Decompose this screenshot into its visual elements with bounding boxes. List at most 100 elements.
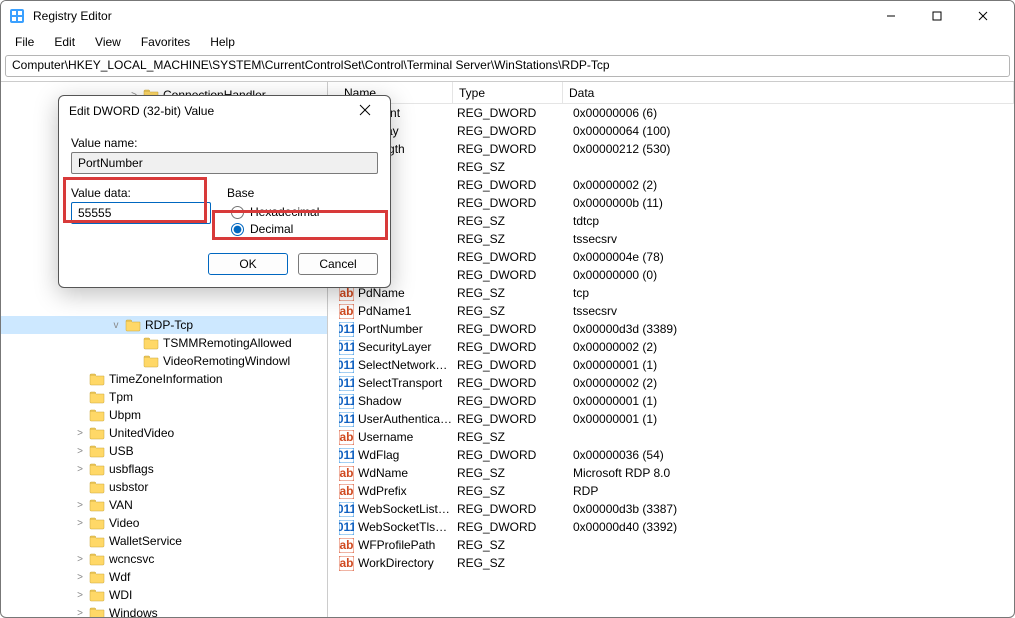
list-row[interactable]: abWdNameREG_SZMicrosoft RDP 8.0 bbox=[328, 464, 1014, 482]
folder-icon bbox=[89, 461, 105, 477]
list-row[interactable]: ab...rdREG_SZ bbox=[328, 158, 1014, 176]
list-row[interactable]: 011...REG_DWORD0x00000000 (0) bbox=[328, 266, 1014, 284]
expand-icon[interactable]: > bbox=[73, 464, 87, 475]
menu-edit[interactable]: Edit bbox=[44, 33, 85, 51]
expand-icon[interactable]: > bbox=[73, 554, 87, 565]
menu-help[interactable]: Help bbox=[200, 33, 245, 51]
tree-node[interactable]: Ubpm bbox=[1, 406, 327, 424]
list-row[interactable]: 011WebSocketListe...REG_DWORD0x00000d3b … bbox=[328, 500, 1014, 518]
list-pane[interactable]: Name Type Data 011...CountREG_DWORD0x000… bbox=[328, 82, 1014, 617]
expand-icon[interactable]: > bbox=[73, 608, 87, 618]
radio-dec-label[interactable]: Decimal bbox=[231, 222, 319, 236]
row-type: REG_SZ bbox=[457, 466, 573, 480]
row-type: REG_DWORD bbox=[457, 394, 573, 408]
value-data-input[interactable] bbox=[71, 202, 211, 224]
expand-icon[interactable]: > bbox=[73, 500, 87, 511]
list-row[interactable]: 011...LengthREG_DWORD0x00000212 (530) bbox=[328, 140, 1014, 158]
col-data[interactable]: Data bbox=[563, 82, 1014, 103]
radio-hex-label[interactable]: Hexadecimal bbox=[231, 205, 319, 219]
tree-label: TimeZoneInformation bbox=[109, 372, 223, 386]
row-data: 0x0000004e (78) bbox=[573, 250, 1014, 264]
tree-node[interactable]: >Windows bbox=[1, 604, 327, 617]
list-row[interactable]: 011...1REG_DWORD0x0000000b (11) bbox=[328, 194, 1014, 212]
menu-file[interactable]: File bbox=[5, 33, 44, 51]
list-row[interactable]: abWFProfilePathREG_SZ bbox=[328, 536, 1014, 554]
tree-node[interactable]: VideoRemotingWindowl bbox=[1, 352, 327, 370]
list-row[interactable]: 011...CountREG_DWORD0x00000006 (6) bbox=[328, 104, 1014, 122]
list-row[interactable]: 011...REG_DWORD0x00000002 (2) bbox=[328, 176, 1014, 194]
folder-icon bbox=[89, 515, 105, 531]
list-row[interactable]: 011UserAuthenticat...REG_DWORD0x00000001… bbox=[328, 410, 1014, 428]
row-data: Microsoft RDP 8.0 bbox=[573, 466, 1014, 480]
dialog-close-button[interactable] bbox=[350, 103, 380, 119]
ok-button[interactable]: OK bbox=[208, 253, 288, 275]
list-row[interactable]: 011ShadowREG_DWORD0x00000001 (1) bbox=[328, 392, 1014, 410]
tree-label: USB bbox=[109, 444, 134, 458]
list-row[interactable]: abWdPrefixREG_SZRDP bbox=[328, 482, 1014, 500]
list-row[interactable]: 011WebSocketTlsLis...REG_DWORD0x00000d40… bbox=[328, 518, 1014, 536]
tree-node[interactable]: >WDI bbox=[1, 586, 327, 604]
tree-node[interactable]: TSMMRemotingAllowed bbox=[1, 334, 327, 352]
list-row[interactable]: 011SelectNetworkD...REG_DWORD0x00000001 … bbox=[328, 356, 1014, 374]
expand-icon[interactable]: v bbox=[109, 320, 123, 331]
tree-node[interactable]: >VAN bbox=[1, 496, 327, 514]
expand-icon[interactable]: > bbox=[73, 428, 87, 439]
row-name: WdPrefix bbox=[358, 484, 457, 498]
tree-node[interactable]: >Video bbox=[1, 514, 327, 532]
row-data: tssecsrv bbox=[573, 304, 1014, 318]
reg-value-icon: ab bbox=[338, 483, 354, 499]
row-type: REG_DWORD bbox=[457, 358, 573, 372]
tree-node[interactable]: >Wdf bbox=[1, 568, 327, 586]
menu-favorites[interactable]: Favorites bbox=[131, 33, 200, 51]
tree-node[interactable]: vRDP-Tcp bbox=[1, 316, 327, 334]
expand-icon[interactable]: > bbox=[73, 446, 87, 457]
maximize-button[interactable] bbox=[914, 1, 960, 31]
radio-dec[interactable] bbox=[231, 223, 244, 236]
tree-node[interactable]: >UnitedVideo bbox=[1, 424, 327, 442]
row-type: REG_DWORD bbox=[457, 268, 573, 282]
folder-icon bbox=[89, 569, 105, 585]
tree-node[interactable]: Tpm bbox=[1, 388, 327, 406]
list-row[interactable]: 011...REG_DWORD0x0000004e (78) bbox=[328, 248, 1014, 266]
expand-icon[interactable]: > bbox=[73, 572, 87, 583]
list-row[interactable]: ab...REG_SZtdtcp bbox=[328, 212, 1014, 230]
list-row[interactable]: 011SelectTransportREG_DWORD0x00000002 (2… bbox=[328, 374, 1014, 392]
list-rows: 011...CountREG_DWORD0x00000006 (6)011...… bbox=[328, 104, 1014, 572]
tree-node[interactable]: >wcncsvc bbox=[1, 550, 327, 568]
close-button[interactable] bbox=[960, 1, 1006, 31]
list-row[interactable]: abPdNameREG_SZtcp bbox=[328, 284, 1014, 302]
tree-node[interactable]: usbstor bbox=[1, 478, 327, 496]
folder-icon bbox=[89, 389, 105, 405]
folder-icon bbox=[89, 551, 105, 567]
list-row[interactable]: abWorkDirectoryREG_SZ bbox=[328, 554, 1014, 572]
list-row[interactable]: 011SecurityLayerREG_DWORD0x00000002 (2) bbox=[328, 338, 1014, 356]
list-row[interactable]: abUsernameREG_SZ bbox=[328, 428, 1014, 446]
svg-text:011: 011 bbox=[339, 358, 354, 372]
expand-icon[interactable]: > bbox=[73, 590, 87, 601]
radio-dec-text: Decimal bbox=[250, 222, 293, 236]
edit-dword-dialog: Edit DWORD (32-bit) Value Value name: Po… bbox=[58, 95, 391, 288]
registry-editor-window: Registry Editor File Edit View Favorites… bbox=[0, 0, 1015, 618]
row-type: REG_SZ bbox=[457, 304, 573, 318]
address-bar[interactable]: Computer\HKEY_LOCAL_MACHINE\SYSTEM\Curre… bbox=[5, 55, 1010, 77]
row-name: WebSocketTlsLis... bbox=[358, 520, 457, 534]
list-row[interactable]: ab...REG_SZtssecsrv bbox=[328, 230, 1014, 248]
row-type: REG_DWORD bbox=[457, 322, 573, 336]
row-name: PdName1 bbox=[358, 304, 457, 318]
col-type[interactable]: Type bbox=[453, 82, 563, 103]
cancel-button[interactable]: Cancel bbox=[298, 253, 378, 275]
titlebar: Registry Editor bbox=[1, 1, 1014, 31]
radio-hex[interactable] bbox=[231, 206, 244, 219]
tree-node[interactable]: TimeZoneInformation bbox=[1, 370, 327, 388]
list-row[interactable]: 011PortNumberREG_DWORD0x00000d3d (3389) bbox=[328, 320, 1014, 338]
row-data: 0x00000d3b (3387) bbox=[573, 502, 1014, 516]
list-row[interactable]: abPdName1REG_SZtssecsrv bbox=[328, 302, 1014, 320]
list-row[interactable]: 011WdFlagREG_DWORD0x00000036 (54) bbox=[328, 446, 1014, 464]
list-row[interactable]: 011...DelayREG_DWORD0x00000064 (100) bbox=[328, 122, 1014, 140]
menu-view[interactable]: View bbox=[85, 33, 131, 51]
tree-node[interactable]: WalletService bbox=[1, 532, 327, 550]
tree-node[interactable]: > USB bbox=[1, 442, 327, 460]
minimize-button[interactable] bbox=[868, 1, 914, 31]
tree-node[interactable]: >usbflags bbox=[1, 460, 327, 478]
expand-icon[interactable]: > bbox=[73, 518, 87, 529]
